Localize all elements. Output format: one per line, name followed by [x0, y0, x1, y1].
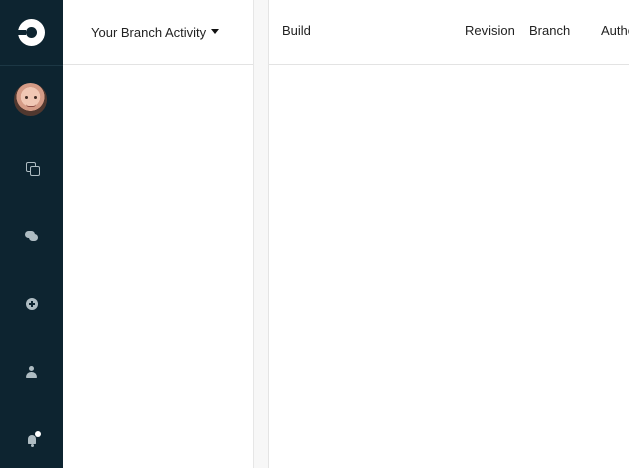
panel-divider: [254, 0, 269, 468]
plus-circle-icon: [25, 298, 38, 310]
column-revision[interactable]: Revision: [465, 23, 515, 38]
branch-activity-dropdown[interactable]: Your Branch Activity: [63, 0, 253, 65]
avatar-eye-left: [25, 96, 28, 99]
sidebar-item-add-projects[interactable]: [0, 287, 63, 321]
column-author[interactable]: Author: [601, 23, 629, 38]
copy-icon: [25, 162, 40, 176]
sidebar-item-builds[interactable]: [0, 151, 63, 185]
builds-table-header: Build Revision Branch Author: [269, 0, 629, 65]
column-branch[interactable]: Branch: [529, 23, 570, 38]
avatar-mouth: [26, 104, 36, 107]
chevron-down-icon: [211, 28, 220, 34]
sidebar-item-notifications[interactable]: [0, 423, 63, 457]
logo-link[interactable]: [0, 0, 63, 66]
app-window: Your Branch Activity Build Revision Bran…: [0, 0, 629, 468]
sidebar-item-account[interactable]: [0, 355, 63, 389]
circleci-logo-icon: [18, 19, 45, 46]
sidebar-item-messages[interactable]: [0, 219, 63, 253]
notification-badge-icon: [35, 431, 41, 437]
branch-activity-title: Your Branch Activity: [91, 24, 207, 40]
avatar-eye-right: [34, 96, 37, 99]
user-icon: [26, 366, 37, 378]
chat-icon: [25, 231, 38, 241]
user-avatar[interactable]: [14, 83, 47, 116]
sidebar-navigation: [0, 0, 63, 468]
branch-activity-panel: Your Branch Activity: [63, 0, 254, 468]
builds-table: Build Revision Branch Author: [269, 0, 629, 468]
column-build[interactable]: Build: [282, 23, 311, 38]
